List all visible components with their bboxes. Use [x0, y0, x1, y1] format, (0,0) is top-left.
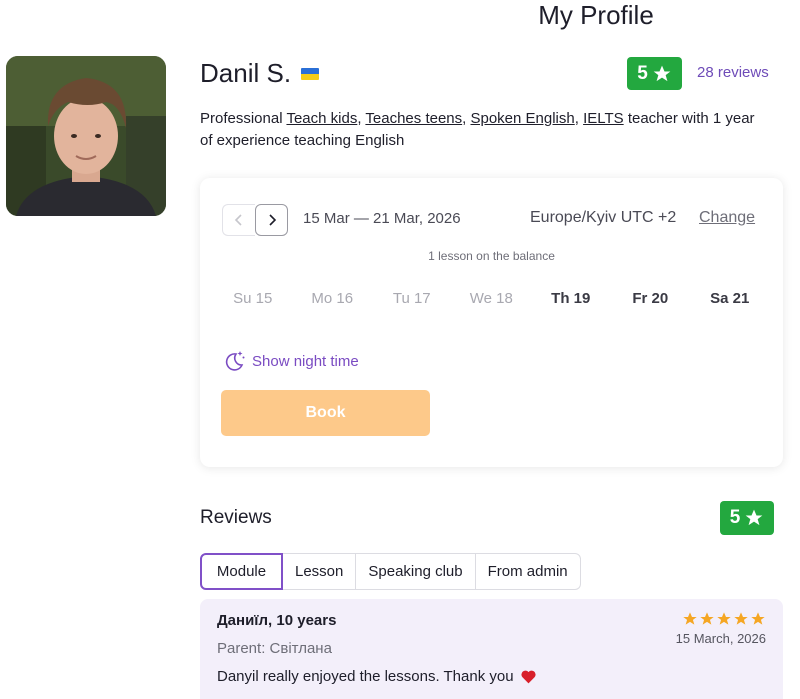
- star-icon: [717, 612, 731, 625]
- ukraine-flag-icon: [301, 67, 320, 80]
- bio-tag-ielts[interactable]: IELTS: [583, 110, 624, 127]
- teacher-bio: Professional Teach kids, Teaches teens, …: [200, 110, 755, 149]
- teacher-name: Danil S.: [200, 58, 292, 88]
- timezone-label: Europe/Kyiv UTC +2: [530, 209, 677, 226]
- tab-module[interactable]: Module: [200, 553, 283, 590]
- schedule-card: 15 Mar — 21 Mar, 2026 Europe/Kyiv UTC +2…: [200, 178, 783, 467]
- bio-prefix: Professional: [200, 110, 287, 127]
- review-parent: Parent: Світлана: [217, 640, 332, 657]
- review-author: Даниїл, 10 years: [217, 612, 337, 629]
- reviews-rating-value: 5: [729, 507, 741, 528]
- day-we: We 18: [469, 290, 513, 307]
- star-icon: [653, 65, 671, 81]
- week-range: 15 Mar — 21 Mar, 2026: [303, 210, 461, 227]
- teacher-name-row: Danil S.: [200, 58, 320, 89]
- day-sa[interactable]: Sa 21: [690, 290, 770, 307]
- prev-week-button[interactable]: [222, 204, 255, 236]
- star-icon: [745, 509, 763, 526]
- avatar-photo: [6, 56, 166, 216]
- star-icon: [751, 612, 765, 625]
- bio-tag-teach-kids[interactable]: Teach kids: [286, 110, 357, 127]
- day-tu: Tu 17: [392, 290, 431, 307]
- chevron-left-icon: [234, 214, 242, 226]
- tab-lesson[interactable]: Lesson: [283, 553, 357, 590]
- page-title: My Profile: [538, 0, 654, 30]
- star-icon: [700, 612, 714, 625]
- avatar: [6, 56, 166, 216]
- reviews-count-link[interactable]: 28 reviews: [697, 64, 769, 81]
- review-text: Danyil really enjoyed the lessons. Thank…: [217, 668, 514, 685]
- show-night-time-toggle[interactable]: Show night time: [222, 349, 359, 373]
- change-timezone-link[interactable]: Change: [699, 209, 755, 227]
- rating-badge: 5: [627, 57, 682, 90]
- tab-from-admin[interactable]: From admin: [475, 553, 581, 590]
- star-icon: [734, 612, 748, 625]
- reviews-title: Reviews: [200, 507, 272, 528]
- week-navigation: [222, 204, 288, 236]
- reviews-rating-badge: 5: [720, 501, 774, 535]
- bio-tag-spoken-english[interactable]: Spoken English: [470, 110, 574, 127]
- review-stars: [682, 611, 766, 627]
- moon-stars-icon: [225, 351, 245, 371]
- review-tabs: Module Lesson Speaking club From admin: [200, 553, 581, 590]
- day-mo: Mo 16: [311, 290, 354, 307]
- tab-speaking-club[interactable]: Speaking club: [356, 553, 476, 590]
- next-week-button[interactable]: [255, 204, 288, 236]
- chevron-right-icon: [268, 214, 276, 226]
- day-fr[interactable]: Fr 20: [611, 290, 691, 307]
- day-su: Su 15: [233, 290, 273, 307]
- heart-icon: [521, 670, 536, 684]
- review-date: 15 March, 2026: [675, 631, 766, 646]
- bio-tag-teaches-teens[interactable]: Teaches teens: [365, 110, 462, 127]
- book-button[interactable]: Book: [221, 390, 430, 436]
- day-th[interactable]: Th 19: [531, 290, 611, 307]
- week-days: Su 15 Mo 16 Tu 17 We 18 Th 19 Fr 20 Sa 2…: [213, 290, 770, 307]
- review-item: Даниїл, 10 years Parent: Світлана Danyil…: [200, 599, 783, 699]
- review-text-row: Danyil really enjoyed the lessons. Thank…: [217, 668, 537, 685]
- lesson-balance: 1 lesson on the balance: [428, 249, 555, 263]
- rating-value: 5: [637, 62, 648, 84]
- star-icon: [683, 612, 697, 625]
- night-time-label: Show night time: [252, 352, 359, 370]
